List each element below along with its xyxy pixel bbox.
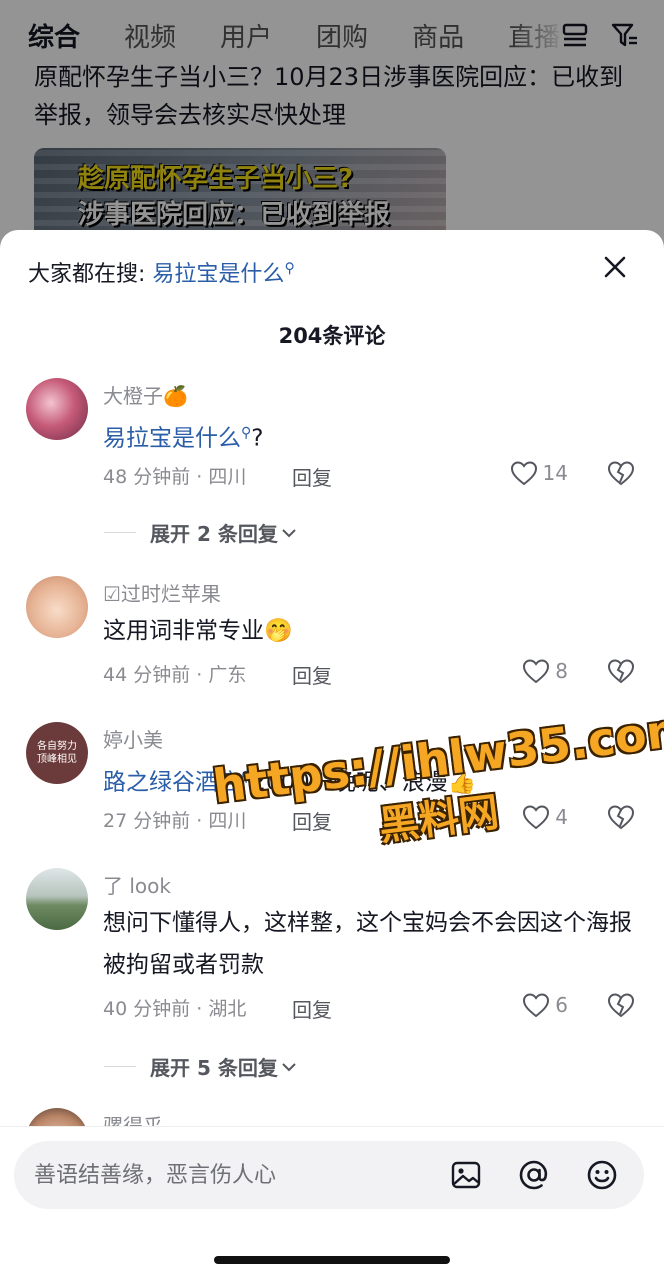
broken-heart-icon[interactable] — [606, 990, 636, 1020]
comment-username[interactable]: 婷小美 — [103, 724, 163, 753]
comment-input-box[interactable] — [14, 1141, 644, 1209]
broken-heart-icon[interactable] — [606, 656, 636, 686]
expand-replies-label: 展开 5 条回复 — [150, 1056, 278, 1080]
comment-meta: 44 分钟前 · 广东 — [103, 664, 247, 686]
emoji-icon[interactable] — [584, 1157, 620, 1193]
comment-text: 这用词非常专业🤭 — [103, 618, 293, 644]
expand-replies-label: 展开 2 条回复 — [150, 522, 278, 546]
comment-text: 易拉宝是什么⚲? — [103, 412, 633, 460]
comment-sheet: 大家都在搜: 易拉宝是什么⚲ 204条评论 大橙子🍊 易拉宝是什么⚲? 48 分… — [0, 230, 664, 1280]
comment-text: 想问下懂得人，这样整，这个宝妈会不会因这个海报被拘留或者罚款 — [103, 910, 632, 978]
heart-icon — [510, 461, 537, 486]
comment-text-body: ? — [251, 425, 264, 452]
like-count: 6 — [555, 993, 568, 1017]
watermark: https://ihlw35.com 黑料网 — [210, 701, 664, 889]
avatar[interactable] — [26, 868, 88, 930]
search-mini-icon: ⚲ — [284, 260, 295, 277]
avatar[interactable] — [26, 576, 88, 638]
like-button[interactable]: 8 — [521, 656, 568, 686]
like-button[interactable]: 6 — [521, 990, 568, 1020]
expand-replies[interactable]: 展开 5 条回复 — [104, 1052, 300, 1081]
reply-button[interactable]: 回复 — [292, 660, 332, 689]
comment-username[interactable]: ☑过时烂苹果 — [103, 578, 221, 607]
heart-icon — [523, 993, 550, 1018]
comment-username[interactable]: 了 look — [103, 870, 171, 899]
comment-count: 204条评论 — [278, 324, 386, 348]
search-mini-icon: ⚲ — [241, 425, 252, 441]
avatar[interactable] — [26, 378, 88, 440]
like-count: 8 — [555, 659, 568, 683]
comment-meta: 40 分钟前 · 湖北 — [103, 998, 247, 1020]
close-icon[interactable] — [600, 252, 630, 282]
like-button[interactable]: 14 — [509, 458, 568, 488]
chevron-down-icon — [282, 1062, 296, 1071]
hot-search-term[interactable]: 易拉宝是什么 — [152, 262, 284, 287]
chevron-down-icon — [282, 528, 296, 537]
dim-overlay[interactable] — [0, 0, 664, 260]
mention-icon[interactable] — [516, 1157, 552, 1193]
comment-search-link[interactable]: 易拉宝是什么 — [103, 426, 241, 452]
home-indicator — [214, 1256, 450, 1264]
hot-search-prefix: 大家都在搜: — [28, 262, 146, 287]
avatar[interactable]: 各自努力 顶峰相见 — [26, 722, 88, 784]
reply-button[interactable]: 回复 — [292, 462, 332, 491]
comment-meta: 48 分钟前 · 四川 — [103, 466, 247, 488]
comment-username[interactable]: 大橙子🍊 — [103, 380, 188, 409]
broken-heart-icon[interactable] — [606, 458, 636, 488]
hot-search: 大家都在搜: 易拉宝是什么⚲ — [28, 256, 295, 288]
avatar-text: 各自努力 顶峰相见 — [37, 741, 77, 765]
comment-input[interactable] — [34, 1155, 434, 1195]
like-count: 14 — [542, 461, 568, 485]
image-icon[interactable] — [448, 1157, 484, 1193]
heart-icon — [523, 659, 550, 684]
expand-replies[interactable]: 展开 2 条回复 — [104, 518, 300, 547]
reply-button[interactable]: 回复 — [292, 994, 332, 1023]
background-search-page: 综合 视频 用户 团购 商品 直播 原配怀孕生子当小三？10月23日涉事医院回应… — [0, 0, 664, 260]
